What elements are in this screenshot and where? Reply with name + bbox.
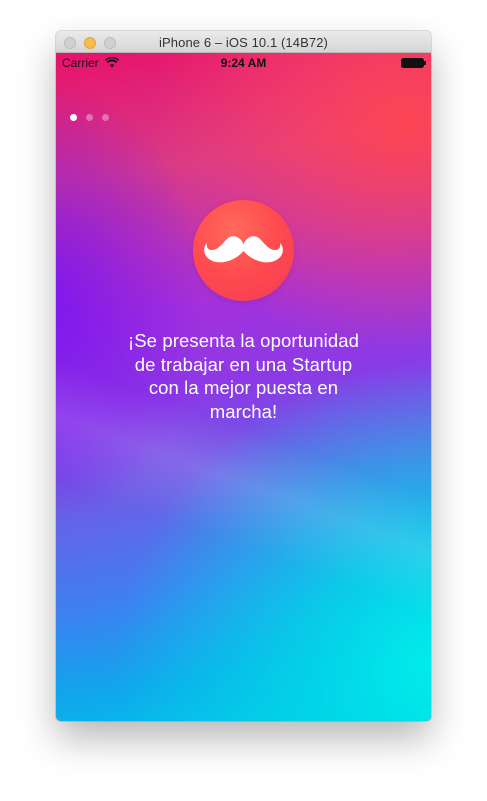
- phone-screen: Carrier 9:24 AM ¡Se presenta la oportuni…: [56, 53, 431, 721]
- page-dot-3[interactable]: [102, 114, 109, 121]
- page-dot-2[interactable]: [86, 114, 93, 121]
- window-title-bar: iPhone 6 – iOS 10.1 (14B72): [56, 31, 431, 53]
- onboarding-headline: ¡Se presenta la oportunidad de trabajar …: [127, 330, 360, 422]
- status-bar: Carrier 9:24 AM: [56, 53, 431, 73]
- mustache-icon: [204, 236, 283, 263]
- window-title: iPhone 6 – iOS 10.1 (14B72): [159, 35, 328, 50]
- app-logo: [193, 200, 294, 301]
- simulator-window: iPhone 6 – iOS 10.1 (14B72) Carrier 9:24…: [56, 31, 431, 721]
- page-dot-1[interactable]: [70, 114, 77, 121]
- status-time: 9:24 AM: [220, 56, 267, 70]
- battery-full-icon: [401, 58, 426, 68]
